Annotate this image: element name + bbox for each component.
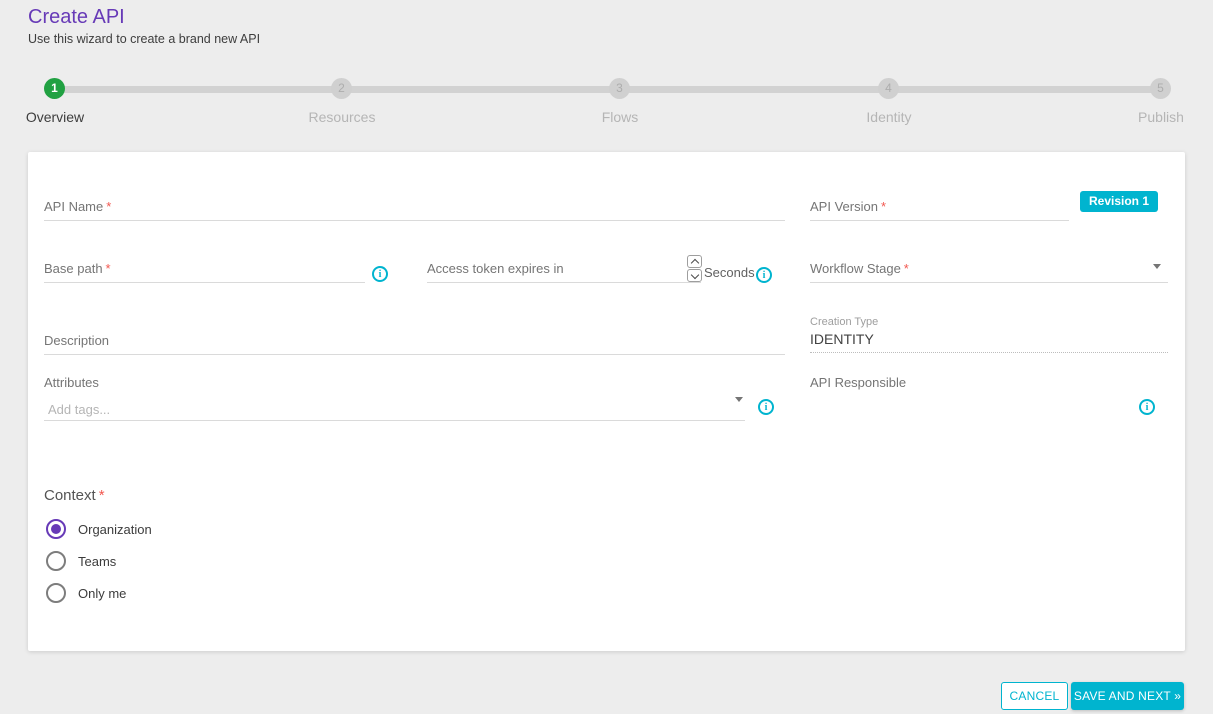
access-token-info-icon[interactable]: [756, 267, 772, 283]
radio-button-icon[interactable]: [46, 519, 66, 539]
radio-only-me[interactable]: Only me: [46, 582, 126, 604]
radio-teams[interactable]: Teams: [46, 550, 116, 572]
radio-organization-label: Organization: [78, 522, 152, 537]
chevron-down-icon[interactable]: [1153, 264, 1161, 269]
api-version-input[interactable]: [810, 199, 1069, 221]
description-input[interactable]: [44, 333, 785, 355]
radio-only-me-label: Only me: [78, 586, 126, 601]
chevron-down-icon[interactable]: [735, 397, 743, 402]
step-circle-resources[interactable]: 2: [331, 78, 352, 99]
radio-organization[interactable]: Organization: [46, 518, 152, 540]
access-token-stepper: [687, 255, 702, 282]
radio-button-icon[interactable]: [46, 583, 66, 603]
wizard-stepper: 1 2 3 4 5 Overview Resources Flows Ident…: [0, 0, 1213, 130]
step-label-publish: Publish: [1101, 109, 1213, 125]
radio-button-icon[interactable]: [46, 551, 66, 571]
workflow-stage-select[interactable]: [810, 261, 1168, 283]
step-label-resources: Resources: [282, 109, 402, 125]
access-token-input[interactable]: [427, 261, 701, 283]
step-circle-overview[interactable]: 1: [44, 78, 65, 99]
attributes-info-icon[interactable]: [758, 399, 774, 415]
step-label-flows: Flows: [560, 109, 680, 125]
spinner-down-icon[interactable]: [687, 269, 702, 282]
base-path-info-icon[interactable]: [372, 266, 388, 282]
revision-badge: Revision 1: [1080, 191, 1158, 212]
api-name-input[interactable]: [44, 199, 785, 221]
radio-teams-label: Teams: [78, 554, 116, 569]
step-circle-publish[interactable]: 5: [1150, 78, 1171, 99]
spinner-up-icon[interactable]: [687, 255, 702, 268]
attributes-tags-input[interactable]: [44, 399, 745, 421]
cancel-button[interactable]: CANCEL: [1001, 682, 1068, 710]
form-card: API Name* API Version* Revision 1 Base p…: [28, 152, 1185, 651]
access-token-unit-label: Seconds: [704, 265, 755, 280]
required-asterisk: *: [99, 487, 105, 504]
attributes-label: Attributes: [44, 375, 99, 390]
base-path-input[interactable]: [44, 261, 365, 283]
creation-type-label: Creation Type: [810, 316, 878, 328]
stepper-track: [55, 86, 1161, 93]
context-label: Context*: [44, 487, 105, 504]
creation-type-divider: [810, 339, 1168, 353]
api-responsible-info-icon[interactable]: [1139, 399, 1155, 415]
step-circle-flows[interactable]: 3: [609, 78, 630, 99]
api-responsible-label: API Responsible: [810, 375, 906, 390]
step-label-overview[interactable]: Overview: [0, 109, 115, 125]
save-and-next-button[interactable]: SAVE AND NEXT »: [1071, 682, 1184, 710]
create-api-page: Create API Use this wizard to create a b…: [0, 0, 1213, 714]
step-circle-identity[interactable]: 4: [878, 78, 899, 99]
step-label-identity: Identity: [829, 109, 949, 125]
